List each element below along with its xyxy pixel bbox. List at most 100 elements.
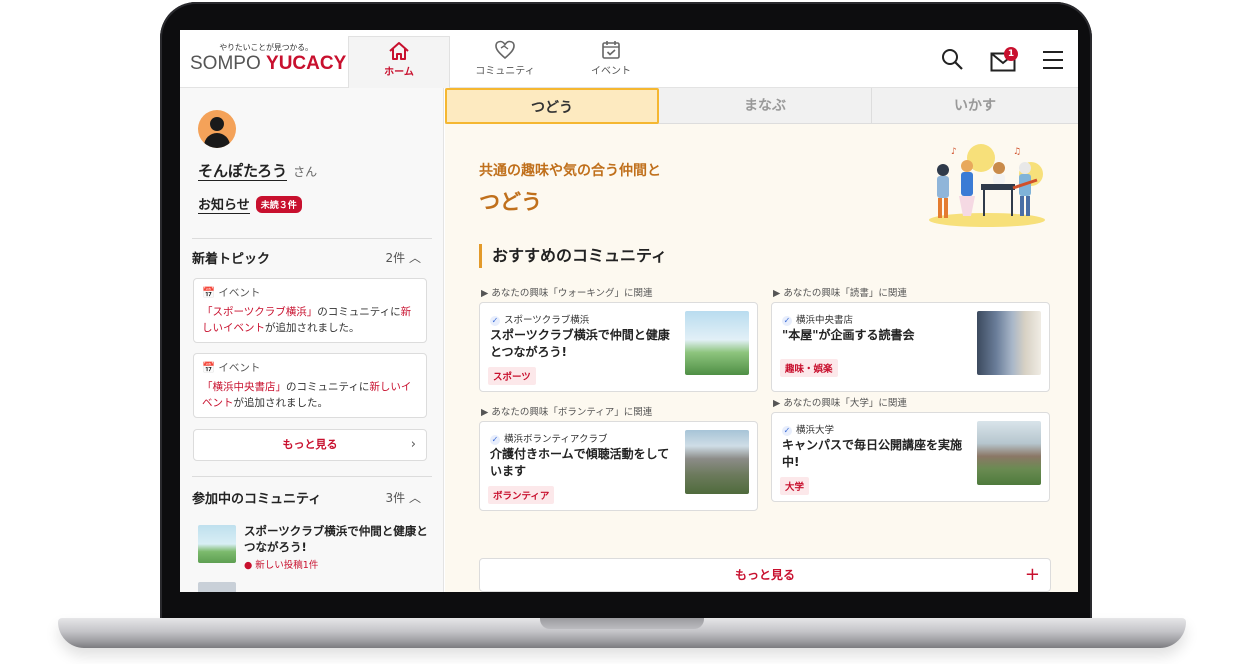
- tab-home-label: ホーム: [384, 67, 414, 78]
- search-icon[interactable]: [940, 47, 964, 71]
- screen: やりたいことが見つかる。 SOMPO YUCACY ホーム コミュニティ イベン…: [180, 30, 1078, 592]
- topic-text-post: が追加されました。: [265, 322, 360, 334]
- divider: [192, 476, 432, 477]
- topic-community: 「スポーツクラブ横浜」: [202, 306, 318, 318]
- verified-icon: ✓: [490, 435, 500, 445]
- card-photo: [977, 421, 1041, 485]
- tab-community[interactable]: コミュニティ: [454, 36, 556, 88]
- card-org-name: スポーツクラブ横浜: [504, 315, 590, 326]
- more-label: もっと見る: [282, 438, 338, 451]
- topic-text: 「スポーツクラブ横浜」のコミュニティに新しいイベントが追加されました。: [202, 304, 418, 336]
- mail-badge: 1: [1004, 47, 1018, 61]
- subtab-tsudou[interactable]: つどう: [445, 88, 659, 124]
- card-title: キャンパスで毎日公開講座を実施中!: [782, 438, 963, 469]
- topic-text-mid: のコミュニティに: [286, 381, 370, 393]
- calendar-check-icon: [602, 41, 620, 59]
- menu-icon[interactable]: [1042, 50, 1064, 70]
- plus-icon: +: [1024, 564, 1040, 585]
- topics-more-button[interactable]: もっと見る ›: [193, 429, 427, 461]
- news-link[interactable]: お知らせ 未読３件: [198, 194, 302, 214]
- card-tag: 趣味・娯楽: [780, 359, 838, 377]
- card-title: スポーツクラブ横浜で仲間と健康とつながろう!: [490, 328, 670, 359]
- app-header: やりたいことが見つかる。 SOMPO YUCACY ホーム コミュニティ イベン…: [180, 30, 1078, 88]
- card-org: ✓ 横浜大学: [782, 422, 834, 436]
- verified-icon: ✓: [782, 316, 792, 326]
- card-tag: スポーツ: [488, 367, 536, 385]
- joined-thumbnail: [198, 582, 236, 592]
- chevron-up-icon: ︿: [408, 491, 421, 505]
- card-org-name: 横浜中央書店: [796, 315, 854, 326]
- community-card[interactable]: ✓ 横浜大学 キャンパスで毎日公開講座を実施中! 大学: [771, 412, 1050, 502]
- calendar-icon: 📅: [202, 362, 216, 374]
- card-org: ✓ 横浜ボランティアクラブ: [490, 431, 607, 445]
- divider: [192, 238, 432, 239]
- tab-event-label: イベント: [591, 66, 631, 77]
- card-tag: ボランティア: [488, 486, 555, 504]
- community-card[interactable]: ✓ 横浜ボランティアクラブ 介護付きホームで傾聴活動をしています ボランティア: [479, 421, 758, 511]
- topic-type-label: イベント: [218, 287, 261, 299]
- card-related-label: ▶ あなたの興味「ウォーキング」に関連: [481, 288, 653, 299]
- topic-community: 「横浜中央書店」: [202, 381, 286, 393]
- svg-text:♪: ♪: [951, 147, 957, 157]
- svg-text:♫: ♫: [1013, 147, 1021, 157]
- hero-subtitle: 共通の趣味や気の合う仲間と: [479, 163, 661, 179]
- card-related-label: ▶ あなたの興味「読書」に関連: [773, 288, 907, 299]
- community-card[interactable]: ✓ スポーツクラブ横浜 スポーツクラブ横浜で仲間と健康とつながろう! スポーツ: [479, 302, 758, 392]
- card-title: 介護付きホームで傾聴活動をしています: [490, 447, 670, 478]
- joined-item-note: ● 新しい投稿1件: [244, 560, 319, 571]
- laptop-notch: [540, 618, 704, 629]
- avatar[interactable]: [198, 110, 236, 148]
- tab-home[interactable]: ホーム: [348, 36, 450, 88]
- tab-community-label: コミュニティ: [475, 66, 535, 77]
- logo[interactable]: やりたいことが見つかる。 SOMPO YUCACY: [190, 42, 346, 75]
- chevron-right-icon: ›: [410, 437, 416, 452]
- tab-event[interactable]: イベント: [560, 36, 662, 88]
- communities-more-button[interactable]: もっと見る +: [479, 558, 1051, 592]
- joined-toggle[interactable]: 3件 ︿: [386, 489, 421, 506]
- card-photo: [977, 311, 1041, 375]
- subtab-bar: つどう まなぶ いかす: [445, 88, 1078, 124]
- topic-item[interactable]: 📅 イベント 「横浜中央書店」のコミュニティに新しいイベントが追加されました。: [193, 353, 427, 418]
- calendar-icon: 📅: [202, 287, 216, 299]
- verified-icon: ✓: [782, 426, 792, 436]
- topics-title: 新着トピック: [192, 252, 271, 267]
- logo-brand: SOMPO: [190, 53, 261, 74]
- card-tag: 大学: [780, 477, 810, 495]
- verified-icon: ✓: [490, 316, 500, 326]
- joined-thumbnail: [198, 525, 236, 563]
- subtab-ikasu[interactable]: いかす: [872, 88, 1078, 124]
- logo-wordmark: SOMPO YUCACY: [190, 53, 346, 75]
- card-related-label: ▶ あなたの興味「ボランティア」に関連: [481, 407, 653, 418]
- topic-type: 📅 イベント: [202, 285, 418, 301]
- hero-title: つどう: [479, 190, 542, 214]
- band-illustration: ♪ ♫: [929, 144, 1045, 227]
- user-name-text: そんぽたろう: [198, 162, 288, 181]
- topic-text: 「横浜中央書店」のコミュニティに新しいイベントが追加されました。: [202, 379, 418, 411]
- joined-count: 3件: [385, 491, 406, 505]
- laptop-mockup: やりたいことが見つかる。 SOMPO YUCACY ホーム コミュニティ イベン…: [0, 0, 1240, 664]
- main-content: つどう まなぶ いかす 共通の趣味や気の合う仲間と つどう ♪ ♫ おすすめのコ…: [445, 88, 1078, 592]
- topic-type-label: イベント: [218, 362, 261, 374]
- card-org-name: 横浜大学: [796, 425, 835, 436]
- sidebar: そんぽたろう さん お知らせ 未読３件 新着トピック 2件 ︿ 📅 イベント 「スポ…: [180, 88, 444, 592]
- user-name[interactable]: そんぽたろう さん: [198, 160, 317, 181]
- user-suffix: さん: [293, 165, 318, 179]
- topics-toggle[interactable]: 2件 ︿: [386, 249, 421, 266]
- subtab-manabu[interactable]: まなぶ: [659, 88, 872, 124]
- topic-item[interactable]: 📅 イベント 「スポーツクラブ横浜」のコミュニティに新しいイベントが追加されまし…: [193, 278, 427, 343]
- home-icon: [389, 42, 409, 60]
- card-title: "本屋"が企画する読書会: [782, 328, 915, 342]
- topic-type: 📅 イベント: [202, 360, 418, 376]
- card-org: ✓ 横浜中央書店: [782, 312, 853, 326]
- topic-text-mid: のコミュニティに: [317, 306, 401, 318]
- joined-title: 参加中のコミュニティ: [192, 492, 322, 507]
- topic-text-post: が追加されました。: [233, 397, 329, 409]
- unread-badge: 未読３件: [255, 196, 302, 213]
- logo-tagline: やりたいことが見つかる。: [219, 43, 313, 52]
- heart-handshake-icon: [495, 40, 515, 60]
- section-title: おすすめのコミュニティ: [479, 244, 667, 268]
- card-org: ✓ スポーツクラブ横浜: [490, 312, 589, 326]
- card-photo: [685, 430, 749, 494]
- topics-count: 2件: [385, 251, 406, 265]
- community-card[interactable]: ✓ 横浜中央書店 "本屋"が企画する読書会 趣味・娯楽: [771, 302, 1050, 392]
